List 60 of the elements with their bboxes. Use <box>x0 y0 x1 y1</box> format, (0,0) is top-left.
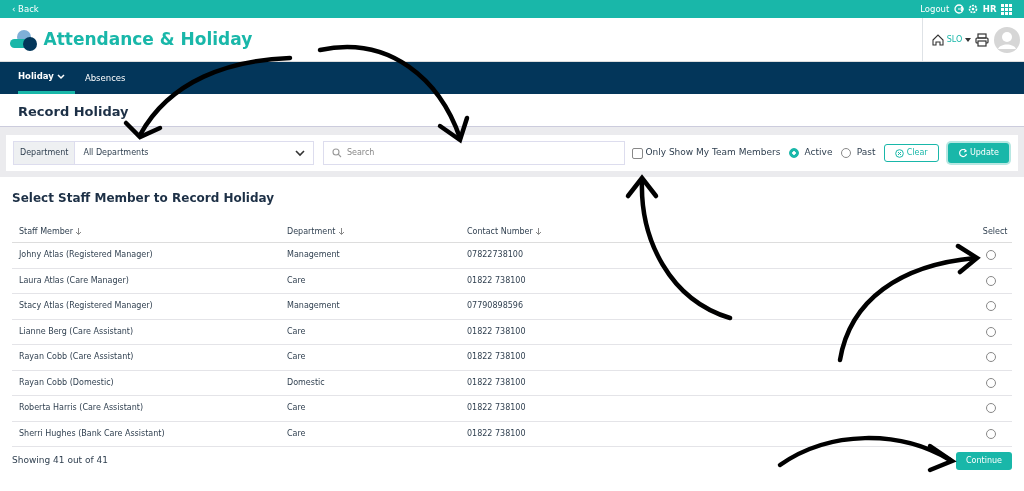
table-cell-text: Sherri Hughes (Bank Care Assistant) <box>19 427 166 440</box>
caret-icon <box>964 37 971 42</box>
logout-link[interactable]: Logout <box>920 2 950 16</box>
table-cell-text: Care <box>287 402 307 415</box>
clear-icon <box>895 148 905 158</box>
app-title: Attendance & Holiday <box>43 27 253 51</box>
search-icon <box>332 148 343 158</box>
column-header: Select <box>981 225 1009 238</box>
chevron-down-icon <box>295 149 306 157</box>
logout-icon[interactable] <box>953 4 964 14</box>
table-cell-text: Care <box>287 427 307 440</box>
table-cell-text: 01822 738100 <box>467 351 527 364</box>
settings-icon[interactable] <box>968 4 979 14</box>
table-cell-text: Rayan Cobb (Care Assistant) <box>19 351 135 364</box>
radio-button[interactable] <box>789 148 800 158</box>
table-cell-text: Management <box>287 300 341 313</box>
radio-label: Active <box>804 146 833 160</box>
radio-button[interactable] <box>841 148 852 158</box>
update-button[interactable]: Update <box>947 143 1009 163</box>
table-cell-text: 01822 738100 <box>467 427 527 440</box>
table-cell-text: Management <box>287 249 341 262</box>
checkbox[interactable] <box>632 147 644 159</box>
continue-button[interactable]: Continue <box>956 451 1012 470</box>
table-cell-text: Care <box>287 274 307 287</box>
table-cell-text: Laura Atlas (Care Manager) <box>19 274 130 287</box>
column-header[interactable]: Department <box>287 225 467 238</box>
table-cell-text: Lianne Berg (Care Assistant) <box>19 325 135 338</box>
table-cell-text: Stacy Atlas (Registered Manager) <box>19 300 154 313</box>
site-selector[interactable]: SLO <box>932 33 971 46</box>
user-initials: HR <box>982 2 997 16</box>
department-label: Department <box>13 141 75 165</box>
radio-label: Past <box>856 146 876 160</box>
back-link[interactable]: ‹ Back <box>12 2 39 16</box>
department-select[interactable]: All Departments <box>74 141 315 165</box>
table-cell-text: Rayan Cobb (Domestic) <box>19 376 115 389</box>
table-cell-text: 07822738100 <box>467 249 524 262</box>
table-cell-text: Care <box>287 325 307 338</box>
table-cell-text: Care <box>287 351 307 364</box>
nav-tab[interactable]: Holiday <box>18 62 75 94</box>
table-cell-text: Domestic <box>287 376 326 389</box>
column-header[interactable]: Staff Member <box>19 225 287 238</box>
table-cell-text: 01822 738100 <box>467 402 527 415</box>
checkbox-label: Only Show My Team Members <box>645 146 781 160</box>
section-title: Select Staff Member to Record Holiday <box>12 190 276 207</box>
print-icon[interactable] <box>975 32 989 47</box>
table-cell-text: 07790898596 <box>467 300 524 313</box>
refresh-icon <box>957 148 968 158</box>
search-field[interactable]: Search <box>323 141 626 165</box>
table-cell-text: 01822 738100 <box>467 274 527 287</box>
nav-tab[interactable]: Absences <box>84 62 136 94</box>
column-header[interactable]: Contact Number <box>467 225 972 238</box>
table-cell-text: Johny Atlas (Registered Manager) <box>19 249 154 262</box>
results-count: Showing 41 out of 41 <box>12 453 108 467</box>
clear-button[interactable]: Clear <box>884 144 939 162</box>
table-cell-text: 01822 738100 <box>467 376 527 389</box>
table-cell-text: 01822 738100 <box>467 325 527 338</box>
logo-icon <box>9 27 39 52</box>
table-cell-text: Roberta Harris (Care Assistant) <box>19 402 144 415</box>
apps-grid-icon[interactable] <box>1001 3 1012 15</box>
home-icon <box>932 33 945 46</box>
